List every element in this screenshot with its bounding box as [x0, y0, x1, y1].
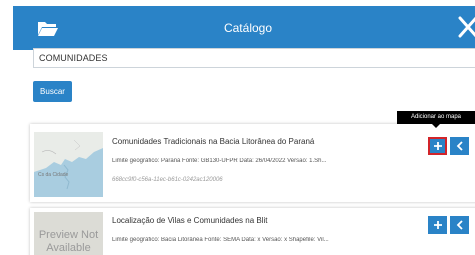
left-strip [0, 0, 13, 255]
result-id: 668cc9f0-c56a-11ec-b61c-0242ac120006 [112, 177, 223, 183]
preview-thumbnail: Preview Not Available [34, 212, 103, 255]
close-icon[interactable] [457, 15, 475, 39]
tooltip-arrow [432, 124, 440, 128]
collapse-button[interactable] [450, 216, 469, 234]
result-title: Comunidades Tradicionais na Bacia Litorâ… [112, 137, 315, 146]
add-to-map-tooltip: Adicionar ao mapa [397, 111, 475, 124]
result-description: Limite geográfico: Bacia Litorânea Fonte… [112, 237, 329, 243]
buscar-button[interactable]: Buscar [33, 81, 72, 102]
plus-icon [433, 142, 442, 150]
map-thumbnail: Cs da Cidade [34, 132, 103, 197]
result-description: Limite geográfico: Paraná Fonte: GB130-U… [112, 158, 327, 164]
catalog-header: Catálogo [13, 6, 475, 50]
search-input[interactable]: COMUNIDADES [33, 48, 475, 68]
collapse-button[interactable] [450, 137, 469, 155]
catalog-title: Catálogo [223, 21, 273, 35]
catalog-window: Catálogo COMUNIDADES Buscar Cs da Cidade… [0, 0, 475, 255]
chevron-left-icon [456, 220, 463, 230]
result-card: Preview Not Available Localização de Vil… [30, 208, 475, 255]
result-card: Cs da Cidade Comunidades Tradicionais na… [30, 124, 475, 202]
add-to-map-button[interactable] [428, 216, 447, 234]
result-title: Localização de Vilas e Comunidades na Bl… [112, 216, 268, 225]
add-to-map-button[interactable] [428, 137, 447, 155]
chevron-left-icon [456, 141, 463, 151]
plus-icon [433, 221, 442, 229]
map-label: Cs da Cidade [38, 172, 69, 178]
